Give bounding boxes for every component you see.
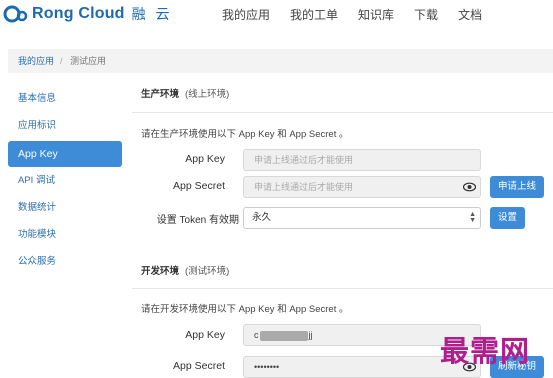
divider [132, 112, 553, 113]
breadcrumb-my-apps[interactable]: 我的应用 [18, 49, 54, 73]
breadcrumb-current: 测试应用 [70, 56, 107, 66]
sidebar-item-modules[interactable]: 功能模块 [8, 222, 122, 248]
development-title: 开发环境 (测试环境) [141, 263, 229, 277]
nav-knowledge-base[interactable]: 知识库 [358, 6, 394, 23]
production-subtitle: (线上环境) [185, 89, 230, 100]
sidebar-item-public-service[interactable]: 公众服务 [8, 249, 122, 275]
sidebar-item-basic-info[interactable]: 基本信息 [8, 86, 122, 112]
production-app-secret-placeholder: 申请上线通过后才能使用 [254, 182, 354, 192]
token-expiry-select[interactable]: 永久 ▲ ▼ [243, 207, 481, 229]
sidebar-item-app-identity[interactable]: 应用标识 [8, 113, 122, 139]
app-key-suffix: jj [308, 330, 313, 340]
development-description: 请在开发环境使用以下 App Key 和 App Secret 。 [141, 304, 349, 315]
nav-my-apps[interactable]: 我的应用 [222, 6, 270, 23]
nav-download[interactable]: 下载 [414, 6, 438, 23]
brand-cn: 融 云 [131, 6, 173, 22]
development-app-secret-value: •••••••• [254, 362, 280, 372]
nav-docs[interactable]: 文档 [458, 6, 482, 23]
token-expiry-value: 永久 [252, 212, 272, 223]
production-description: 请在生产环境使用以下 App Key 和 App Secret 。 [141, 129, 349, 140]
production-title-text: 生产环境 [141, 89, 180, 100]
main-nav: 我的应用 我的工单 知识库 下载 文档 [222, 6, 502, 23]
redacted-block [259, 330, 308, 341]
top-bar: Rong Cloud 融 云 我的应用 我的工单 知识库 下载 文档 [0, 0, 553, 34]
development-app-key-label: App Key [185, 329, 225, 341]
sidebar-item-api-debug[interactable]: API 调试 [8, 168, 122, 194]
brand-name: Rong Cloud [32, 5, 125, 22]
token-expiry-label: 设置 Token 有效期 [156, 215, 239, 226]
sidebar-item-statistics[interactable]: 数据统计 [8, 195, 122, 221]
sidebar-item-app-key[interactable]: App Key [8, 141, 122, 167]
nav-my-tickets[interactable]: 我的工单 [290, 6, 338, 23]
divider [132, 288, 553, 289]
eye-icon[interactable] [463, 182, 476, 192]
app-key-prefix: c [254, 330, 259, 340]
production-app-key-field[interactable]: 申请上线通过后才能使用 [243, 149, 481, 171]
development-app-secret-label: App Secret [173, 360, 225, 372]
production-app-key-label: App Key [185, 153, 225, 165]
breadcrumb-separator: / [60, 56, 63, 66]
select-caret-icon: ▲ ▼ [469, 211, 476, 224]
development-subtitle: (测试环境) [185, 266, 230, 277]
development-title-text: 开发环境 [141, 266, 180, 277]
logo-icon [3, 5, 28, 23]
apply-online-button[interactable]: 申请上线 [490, 176, 544, 198]
production-app-secret-field[interactable]: 申请上线通过后才能使用 [243, 176, 481, 198]
breadcrumb: 我的应用 / 测试应用 [8, 49, 553, 73]
production-title: 生产环境 (线上环境) [141, 86, 229, 100]
set-token-button[interactable]: 设置 [490, 207, 525, 229]
rongcloud-logo[interactable]: Rong Cloud 融 云 [3, 4, 173, 24]
watermark: 最需网 [440, 334, 531, 368]
production-app-secret-label: App Secret [173, 180, 225, 192]
